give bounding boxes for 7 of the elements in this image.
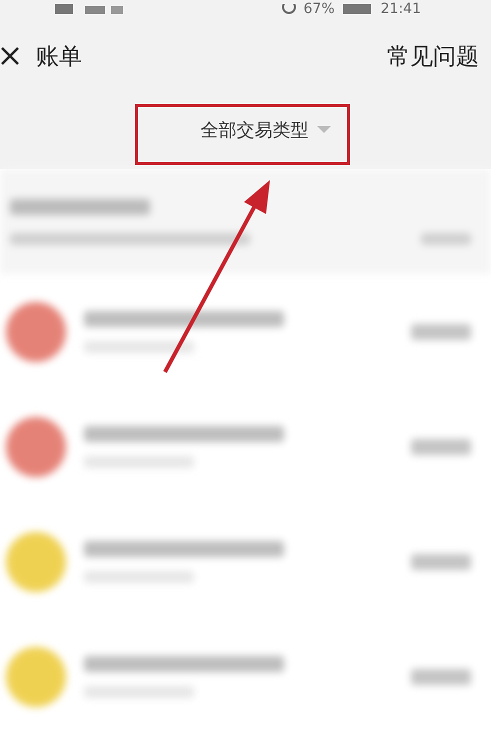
- battery-percent: 67%: [304, 1, 335, 17]
- close-button[interactable]: [0, 46, 20, 66]
- help-link[interactable]: 常见问题: [387, 40, 479, 72]
- clock-time: 21:41: [380, 1, 421, 17]
- page-title: 账单: [36, 42, 82, 72]
- caret-icon: [316, 126, 330, 134]
- transaction-type-dropdown[interactable]: 全部交易类型: [160, 118, 330, 146]
